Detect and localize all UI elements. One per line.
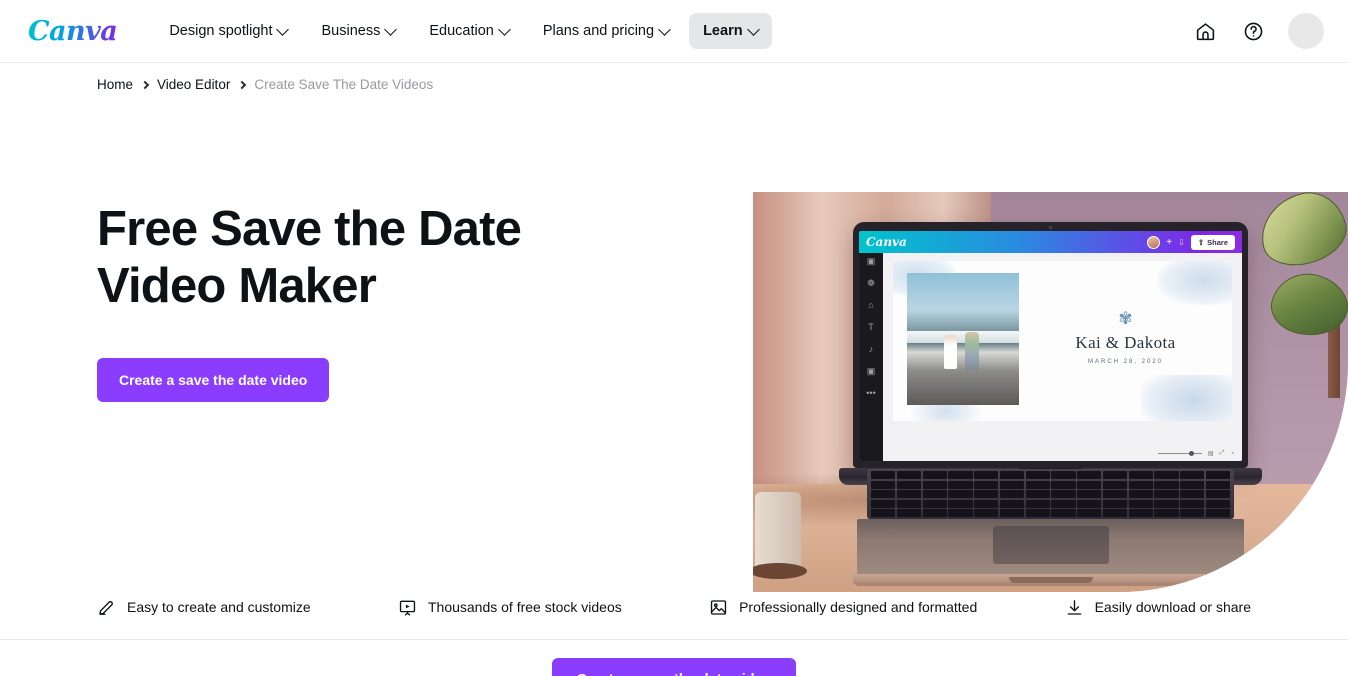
text-icon: T [868, 322, 874, 332]
breadcrumb: Home Video Editor Create Save The Date V… [0, 63, 1348, 94]
nav-item-design-spotlight[interactable]: Design spotlight [155, 13, 301, 49]
chevron-down-icon [384, 22, 398, 36]
laptop-trackpad [992, 526, 1109, 564]
hero-image: ▣ ❁ ⌂ T ♪ ▣ ••• ✾ Kai & Dakota MARCH 28,… [753, 192, 1348, 592]
user-avatar[interactable] [1288, 13, 1324, 49]
header-actions [1188, 13, 1324, 49]
person-figure [965, 332, 980, 371]
chevron-down-icon [658, 22, 671, 36]
key-row [871, 490, 1230, 498]
watercolor-wash [1141, 375, 1232, 421]
help-icon: ◔ [1230, 450, 1234, 457]
couple-beach-photo [907, 273, 1019, 405]
main-navigation: Design spotlight Business Education Plan… [155, 13, 772, 49]
home-icon[interactable] [1188, 14, 1222, 48]
create-video-button[interactable]: Create a save the date video [97, 357, 330, 402]
key-row [871, 471, 1230, 479]
nav-item-label: Business [321, 23, 381, 39]
key-row [871, 509, 1230, 517]
page-title: Free Save the Date Video Maker [97, 201, 567, 316]
editor-canva-logo: Canva [866, 235, 907, 249]
breadcrumb-item-video-editor[interactable]: Video Editor [157, 77, 230, 92]
editor-share-button: ⇧ Share [1190, 234, 1235, 250]
fullscreen-icon: ⤢ [1219, 450, 1225, 456]
webcam-icon [1049, 226, 1052, 229]
download-icon: ⇩ [1178, 237, 1185, 247]
pages-icon: ▤ [1207, 451, 1214, 457]
palm-leaf-icon: ✾ [1118, 308, 1133, 328]
nav-item-education[interactable]: Education [415, 13, 523, 49]
video-icon: ▣ [866, 366, 876, 376]
share-icon: ⇧ [1197, 237, 1205, 247]
feature-label: Professionally designed and formatted [739, 599, 978, 615]
templates-icon: ▣ [866, 256, 876, 266]
editor-top-bar-actions: + ⇩ ⇧ Share [1147, 234, 1235, 250]
laptop-screen: ▣ ❁ ⌂ T ♪ ▣ ••• ✾ Kai & Dakota MARCH 28,… [859, 231, 1242, 461]
feature-label: Thousands of free stock videos [427, 599, 622, 615]
hero-section: Free Save the Date Video Maker Create a … [0, 94, 1348, 592]
audio-icon: ♪ [868, 344, 874, 354]
editor-top-bar: Canva + ⇩ ⇧ Share [859, 231, 1242, 253]
pencil-edit-icon [97, 598, 116, 617]
feature-label: Easily download or share [1094, 599, 1251, 615]
chevron-right-icon [140, 80, 150, 89]
below-fold-section: Whether you're inviting guests to your w… [0, 640, 1348, 676]
chevron-right-icon [238, 80, 247, 89]
breadcrumb-item-current: Create Save The Date Videos [254, 77, 434, 92]
breadcrumb-item-home[interactable]: Home [97, 77, 133, 92]
feature-label: Easy to create and customize [127, 599, 311, 615]
nav-item-business[interactable]: Business [307, 13, 409, 49]
page-title-line-1: Free Save the Date [97, 202, 522, 256]
laptop-mockup: ▣ ❁ ⌂ T ♪ ▣ ••• ✾ Kai & Dakota MARCH 28,… [839, 222, 1262, 586]
laptop-lid: ▣ ❁ ⌂ T ♪ ▣ ••• ✾ Kai & Dakota MARCH 28,… [853, 222, 1248, 468]
image-icon [709, 598, 728, 617]
feature-item-easy-to-create: Easy to create and customize [97, 598, 311, 617]
zoom-slider [1157, 451, 1202, 456]
feature-item-stock-videos: Thousands of free stock videos [398, 598, 622, 617]
key-row [871, 499, 1230, 508]
person-figure [943, 335, 957, 370]
site-header: Canva Design spotlight Business Educatio… [0, 0, 1348, 63]
nav-item-learn[interactable]: Learn [689, 13, 772, 49]
chevron-down-icon [497, 22, 511, 36]
elements-icon: ❁ [867, 278, 875, 288]
nav-item-label: Education [429, 23, 494, 39]
more-icon: ••• [866, 388, 876, 398]
couple-names: Kai & Dakota [1075, 332, 1176, 352]
editor-canvas: ✾ Kai & Dakota MARCH 28, 2020 ▤ ⤢ ◔ [883, 231, 1242, 461]
zoom-controls: ▤ ⤢ ◔ [1157, 450, 1234, 457]
design-slide: ✾ Kai & Dakota MARCH 28, 2020 [893, 261, 1232, 421]
editor-share-label: Share [1207, 237, 1228, 247]
editor-side-rail: ▣ ❁ ⌂ T ♪ ▣ ••• [859, 231, 883, 461]
page-title-line-2: Video Maker [97, 259, 377, 314]
laptop-keyboard [867, 469, 1234, 519]
key-row [871, 480, 1230, 489]
nav-item-label: Plans and pricing [542, 23, 655, 39]
mug-decoration [753, 492, 807, 579]
chevron-down-icon [746, 22, 760, 36]
help-icon[interactable] [1236, 14, 1270, 48]
sticky-cta-bar: Create a save the date video [0, 654, 1348, 676]
nav-item-label: Design spotlight [169, 23, 273, 39]
feature-item-download-or-share: Easily download or share [1065, 598, 1251, 617]
feature-item-professionally-designed: Professionally designed and formatted [709, 598, 977, 617]
add-collaborator-icon: + [1166, 236, 1173, 248]
nav-item-plans-and-pricing[interactable]: Plans and pricing [529, 13, 683, 49]
uploads-icon: ⌂ [868, 300, 874, 310]
laptop-front-edge [853, 574, 1248, 586]
canva-logo[interactable]: Canva [28, 16, 118, 47]
nav-item-label: Learn [703, 23, 743, 39]
wedding-date: MARCH 28, 2020 [1087, 358, 1164, 365]
watercolor-wash [1158, 261, 1232, 305]
wave-line [907, 331, 1019, 343]
sticky-create-video-button[interactable]: Create a save the date video [552, 658, 796, 676]
video-presentation-icon [398, 598, 417, 617]
download-icon [1065, 598, 1084, 617]
zoom-slider-knob [1188, 451, 1194, 456]
hero-copy: Free Save the Date Video Maker Create a … [97, 201, 677, 402]
editor-avatar [1147, 235, 1161, 249]
chevron-down-icon [276, 22, 290, 36]
